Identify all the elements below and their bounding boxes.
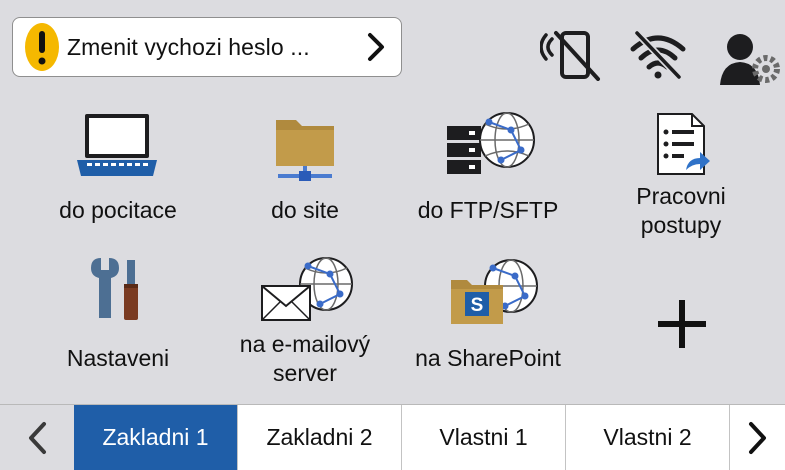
warning-icon: [25, 23, 59, 71]
add-shortcut-button[interactable]: [596, 258, 766, 388]
shortcut-label: Pracovni postupy: [636, 183, 726, 238]
tab-zakladni-1[interactable]: Zakladni 1: [74, 405, 237, 470]
shortcut-label: Nastaveni: [66, 345, 170, 371]
email-server-icon: [261, 257, 353, 321]
tab-bar: Zakladni 1 Zakladni 2 Vlastni 1 Vlastni …: [0, 404, 785, 470]
sharepoint-icon: S: [451, 259, 538, 324]
tab-next-button[interactable]: [729, 405, 785, 470]
shortcut-do-ftp-sftp[interactable]: do FTP/SFTP: [403, 110, 573, 240]
tab-prev-button[interactable]: [0, 405, 74, 470]
tab-vlastni-2[interactable]: Vlastni 2: [565, 405, 729, 470]
shortcut-label: do site: [271, 197, 339, 223]
shortcut-label: na SharePoint: [415, 345, 561, 371]
shortcut-do-pocitace[interactable]: do pocitace: [33, 110, 203, 240]
ftp-server-icon: [447, 112, 535, 174]
laptop-icon: [77, 114, 157, 176]
change-password-notice[interactable]: Zmenit vychozi heslo ...: [12, 17, 402, 77]
shortcut-na-e-mailovy-server[interactable]: na e-mailový server: [220, 256, 390, 396]
shortcut-na-sharepoint[interactable]: S na SharePoint: [403, 258, 573, 388]
chevron-left-icon: [29, 421, 46, 454]
tab-zakladni-2[interactable]: Zakladni 2: [237, 405, 401, 470]
shortcut-label: na e-mailový server: [239, 331, 371, 386]
user-settings-icon[interactable]: [718, 29, 785, 87]
tab-vlastni-1[interactable]: Vlastni 1: [401, 405, 565, 470]
network-folder-icon: [276, 120, 334, 181]
shortcut-pracovni-postupy[interactable]: Pracovni postupy: [596, 110, 766, 250]
chevron-right-icon: [368, 33, 384, 61]
svg-text:S: S: [471, 295, 484, 316]
shortcut-label: do pocitace: [59, 197, 177, 223]
shortcut-nastaveni[interactable]: Nastaveni: [33, 258, 203, 388]
shortcut-label: do FTP/SFTP: [417, 197, 559, 223]
chevron-right-icon: [748, 421, 766, 454]
nfc-disabled-icon[interactable]: [540, 29, 604, 81]
workflow-document-icon: [657, 113, 710, 175]
shortcut-do-site[interactable]: do site: [220, 110, 390, 240]
notice-text: Zmenit vychozi heslo ...: [67, 33, 310, 60]
tools-icon: [91, 258, 138, 320]
wifi-disabled-icon[interactable]: [629, 29, 687, 81]
add-icon: [658, 300, 706, 348]
